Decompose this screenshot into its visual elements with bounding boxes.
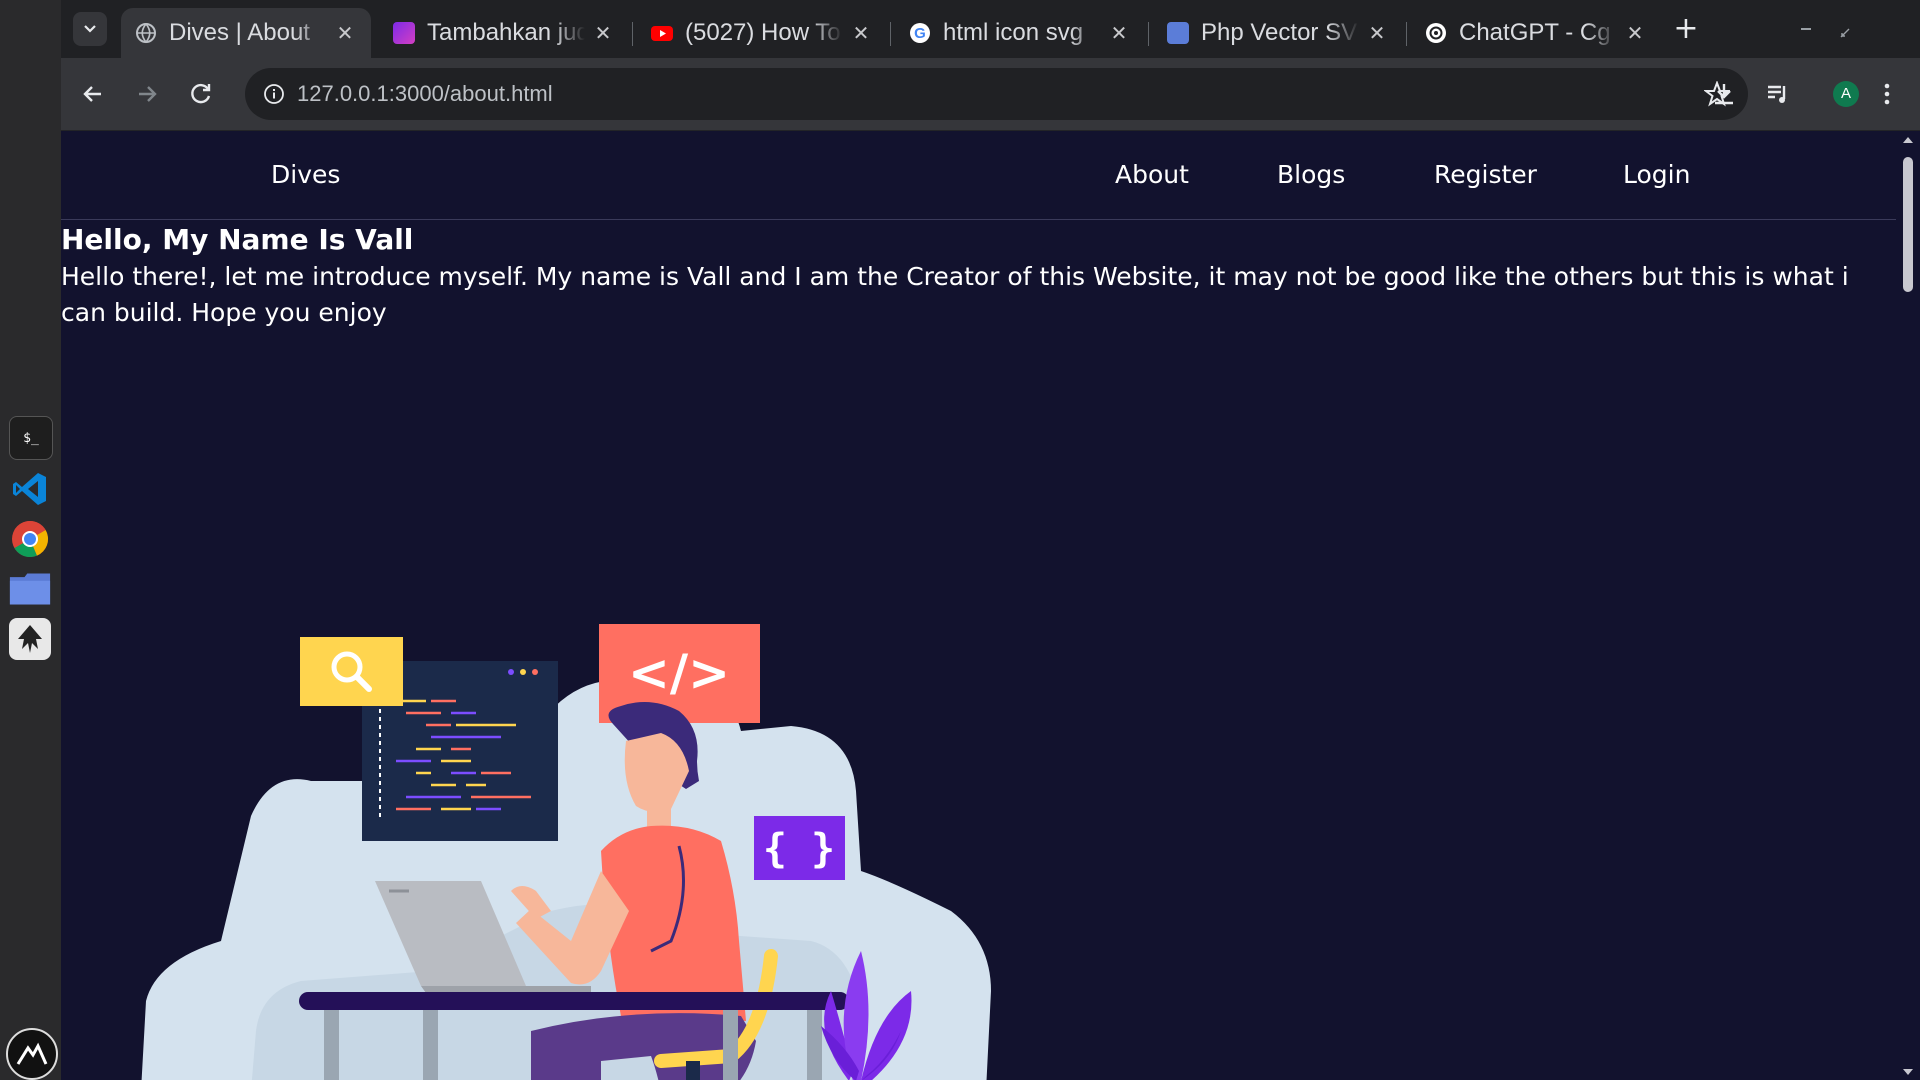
tab-svgrepo[interactable]: Php Vector SVG ✕: [1153, 8, 1403, 58]
tab-title: Dives | About: [169, 19, 310, 46]
profile-avatar[interactable]: A: [1833, 81, 1859, 107]
tab-youtube[interactable]: (5027) How To ✕: [637, 8, 887, 58]
tab-title: html icon svg: [943, 19, 1084, 46]
files-icon[interactable]: [9, 568, 51, 610]
brand-link[interactable]: Dives: [271, 160, 340, 189]
kebab-menu-icon[interactable]: [1873, 80, 1901, 108]
download-icon[interactable]: [1710, 80, 1738, 108]
close-icon[interactable]: ✕: [333, 21, 357, 46]
nav-link-about[interactable]: About: [1115, 160, 1189, 189]
close-icon[interactable]: ✕: [591, 21, 615, 46]
tab-title: Php Vector SVG: [1201, 19, 1359, 46]
tab-title: Tambahkan judul: [427, 19, 585, 46]
tab-search-button[interactable]: [73, 12, 107, 46]
inkscape-icon[interactable]: [9, 618, 51, 660]
tab-separator: [1148, 22, 1149, 46]
vscode-icon[interactable]: [9, 468, 51, 510]
chevron-down-icon: [84, 25, 96, 33]
terminal-label: $_: [23, 430, 39, 446]
globe-icon: [136, 23, 156, 44]
tab-google[interactable]: G html icon svg ✕: [895, 8, 1145, 58]
close-icon[interactable]: ✕: [1365, 21, 1389, 46]
scroll-down-icon[interactable]: [1902, 1068, 1914, 1076]
profile-initial: A: [1840, 85, 1851, 102]
tab-chatgpt[interactable]: ChatGPT - Cg ✕: [1411, 8, 1661, 58]
code-tag-icon: </>: [628, 644, 730, 702]
tab-title: (5027) How To: [685, 19, 841, 46]
youtube-icon: [651, 26, 673, 41]
tab-title: ChatGPT - Cg: [1459, 19, 1611, 46]
site-info-button[interactable]: [257, 77, 291, 111]
reload-icon[interactable]: [187, 80, 215, 108]
close-icon[interactable]: ✕: [849, 21, 873, 46]
url-text[interactable]: 127.0.0.1:3000/about.html: [297, 68, 553, 120]
os-dock: $_: [0, 0, 62, 1080]
tab-separator: [890, 22, 891, 46]
braces-icon: { }: [763, 826, 835, 872]
tab-dives-about[interactable]: Dives | About ✕: [121, 8, 371, 58]
desk: [299, 992, 849, 1010]
close-icon[interactable]: ✕: [1107, 21, 1131, 46]
svgrepo-icon: [1167, 22, 1189, 44]
scrollbar-thumb[interactable]: [1903, 157, 1913, 292]
site-navbar: Dives About Blogs Register Login: [61, 131, 1896, 220]
page-title: Hello, My Name Is Vall: [61, 223, 414, 256]
page-viewport: Dives About Blogs Register Login Hello, …: [61, 131, 1896, 1080]
new-tab-button[interactable]: +: [1669, 12, 1703, 46]
tab-canva[interactable]: Tambahkan judul ✕: [379, 8, 629, 58]
browser-toolbar: 127.0.0.1:3000/about.html A: [61, 58, 1920, 131]
forward-arrow-icon[interactable]: [133, 80, 161, 108]
page-scrollbar[interactable]: [1896, 131, 1920, 1080]
developer-illustration: </> { }: [141, 624, 991, 1080]
canva-icon: [393, 22, 415, 44]
intro-paragraph: Hello there!, let me introduce myself. M…: [61, 262, 1849, 327]
terminal-icon[interactable]: $_: [9, 416, 53, 460]
tab-separator: [632, 22, 633, 46]
launcher-icon[interactable]: [6, 1028, 58, 1080]
tab-separator: [1406, 22, 1407, 46]
browser-tab-strip: Dives | About ✕ Tambahkan judul ✕ (5027)…: [61, 0, 1920, 58]
media-playlist-icon[interactable]: [1764, 80, 1792, 108]
nav-link-register[interactable]: Register: [1434, 160, 1537, 189]
back-arrow-icon[interactable]: [79, 80, 107, 108]
close-icon[interactable]: ✕: [1623, 21, 1647, 46]
address-bar[interactable]: 127.0.0.1:3000/about.html: [245, 68, 1748, 120]
openai-icon: [1426, 23, 1446, 43]
google-icon: G: [910, 23, 930, 43]
chrome-icon[interactable]: [9, 518, 51, 560]
restore-button[interactable]: [1840, 23, 1850, 38]
restore-icon: [1840, 28, 1850, 38]
scroll-up-icon[interactable]: [1902, 136, 1914, 144]
laptop-base: [421, 986, 591, 993]
search-tile: [300, 637, 403, 706]
nav-link-login[interactable]: Login: [1623, 160, 1690, 189]
svg-text:G: G: [914, 25, 926, 42]
minimize-button[interactable]: [1801, 28, 1811, 30]
nav-link-blogs[interactable]: Blogs: [1277, 160, 1345, 189]
info-icon: [264, 84, 284, 104]
